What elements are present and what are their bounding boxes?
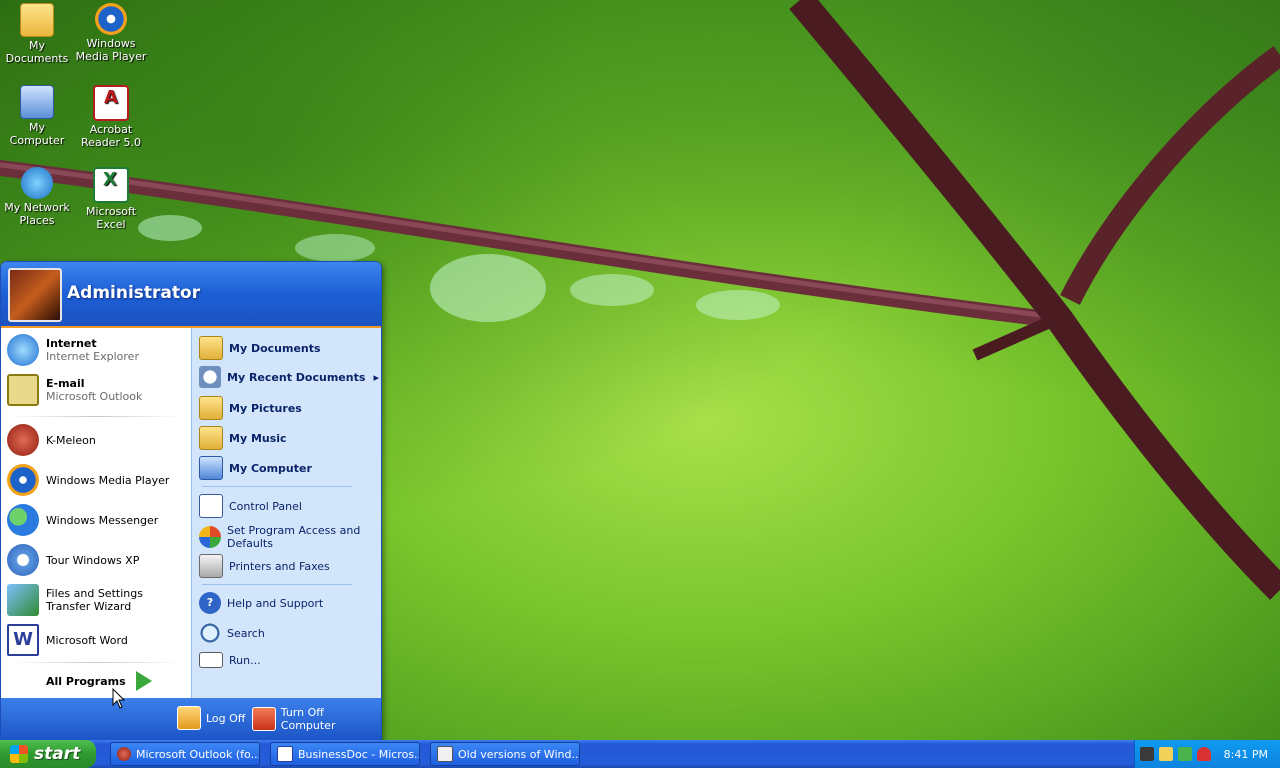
all-programs-button[interactable]: All Programs	[46, 671, 152, 691]
run-icon	[199, 652, 223, 668]
item-printers-and-faxes[interactable]: Printers and Faxes	[199, 554, 379, 578]
outlook-icon	[7, 374, 39, 406]
place-my-computer[interactable]: My Computer	[199, 456, 379, 480]
windows-logo-icon	[10, 745, 28, 763]
log-off-button[interactable]: Log Off	[177, 706, 245, 730]
internet-explorer-icon	[7, 334, 39, 366]
start-menu-places-pane: My Documents My Recent Documents ▸ My Pi…	[191, 328, 381, 698]
network-tray-icon[interactable]	[1140, 747, 1154, 761]
windows-media-player-icon	[7, 464, 39, 496]
place-my-music[interactable]: My Music	[199, 426, 379, 450]
place-my-pictures[interactable]: My Pictures	[199, 396, 379, 420]
shield-tray-icon[interactable]	[1197, 747, 1211, 761]
taskbar-button-outlook[interactable]: Microsoft Outlook (fo...	[110, 742, 260, 766]
start-menu-footer: Log Off Turn Off Computer	[1, 698, 381, 740]
key-icon	[177, 706, 201, 730]
pinned-email[interactable]: E-mail Microsoft Outlook	[7, 374, 189, 406]
transfer-wizard-icon	[7, 584, 39, 616]
recent-item-microsoft-word[interactable]: W Microsoft Word	[7, 624, 189, 656]
user-avatar[interactable]	[8, 268, 62, 322]
k-meleon-icon	[7, 424, 39, 456]
place-my-recent-documents[interactable]: My Recent Documents ▸	[199, 366, 379, 388]
document-icon	[437, 746, 453, 762]
recent-item-windows-messenger[interactable]: Windows Messenger	[7, 504, 189, 536]
security-tray-icon[interactable]	[1159, 747, 1173, 761]
folder-icon	[199, 396, 223, 420]
clock[interactable]: 8:41 PM	[1224, 748, 1268, 761]
submenu-arrow-icon: ▸	[373, 370, 379, 384]
mouse-cursor	[112, 688, 126, 709]
outlook-icon	[117, 747, 131, 761]
all-programs-arrow-icon	[135, 671, 152, 691]
pinned-separator	[11, 416, 181, 417]
start-menu-header: Administrator	[1, 262, 381, 328]
search-icon	[199, 622, 221, 644]
recent-item-windows-media-player[interactable]: Windows Media Player	[7, 464, 189, 496]
tour-windows-icon	[7, 544, 39, 576]
word-icon: W	[7, 624, 39, 656]
item-run[interactable]: Run...	[199, 652, 379, 668]
turn-off-button[interactable]: Turn Off Computer	[252, 706, 381, 732]
desktop-icon-acrobat-reader[interactable]: Acrobat Reader 5.0	[74, 85, 148, 149]
pinned-internet[interactable]: Internet Internet Explorer	[7, 334, 189, 366]
start-button[interactable]: start	[0, 740, 96, 768]
windows-media-player-icon	[95, 3, 127, 35]
all-programs-separator	[11, 662, 181, 663]
desktop-icon-my-documents[interactable]: My Documents	[0, 3, 74, 65]
folder-icon	[199, 336, 223, 360]
places-separator	[202, 486, 352, 487]
taskbar-button-old-versions[interactable]: Old versions of Wind...	[430, 742, 580, 766]
recent-item-transfer-wizard[interactable]: Files and Settings Transfer Wizard	[7, 584, 189, 616]
computer-icon	[199, 456, 223, 480]
network-places-icon	[21, 167, 53, 199]
my-documents-icon	[20, 3, 54, 37]
word-icon	[277, 746, 293, 762]
item-search[interactable]: Search	[199, 622, 379, 644]
excel-icon	[93, 167, 129, 203]
update-tray-icon[interactable]	[1178, 747, 1192, 761]
place-my-documents[interactable]: My Documents	[199, 336, 379, 360]
recent-item-k-meleon[interactable]: K-Meleon	[7, 424, 189, 456]
desktop-icon-network-places[interactable]: My Network Places	[0, 167, 74, 227]
item-program-access-defaults[interactable]: Set Program Access and Defaults	[199, 524, 379, 550]
taskbar: start Microsoft Outlook (fo... BusinessD…	[0, 740, 1280, 768]
control-panel-icon	[199, 494, 223, 518]
system-tray: 8:41 PM	[1134, 740, 1280, 768]
acrobat-reader-icon	[93, 85, 129, 121]
folder-icon	[199, 426, 223, 450]
settings-separator	[202, 584, 352, 585]
item-help-and-support[interactable]: ? Help and Support	[199, 592, 379, 614]
help-icon: ?	[199, 592, 221, 614]
user-name: Administrator	[67, 283, 201, 303]
my-computer-icon	[20, 85, 54, 119]
power-icon	[252, 707, 276, 731]
desktop-icon-windows-media-player[interactable]: Windows Media Player	[74, 3, 148, 63]
recent-documents-icon	[199, 366, 221, 388]
item-control-panel[interactable]: Control Panel	[199, 494, 379, 518]
start-menu: Administrator Internet Internet Explorer …	[0, 261, 382, 741]
windows-messenger-icon	[7, 504, 39, 536]
desktop-icon-microsoft-excel[interactable]: Microsoft Excel	[74, 167, 148, 231]
taskbar-button-businessdoc[interactable]: BusinessDoc - Micros...	[270, 742, 420, 766]
program-access-icon	[199, 526, 221, 548]
recent-item-tour-windows-xp[interactable]: Tour Windows XP	[7, 544, 189, 576]
printer-icon	[199, 554, 223, 578]
desktop-icon-my-computer[interactable]: My Computer	[0, 85, 74, 147]
start-menu-programs-pane: Internet Internet Explorer E-mail Microsof…	[1, 328, 191, 698]
